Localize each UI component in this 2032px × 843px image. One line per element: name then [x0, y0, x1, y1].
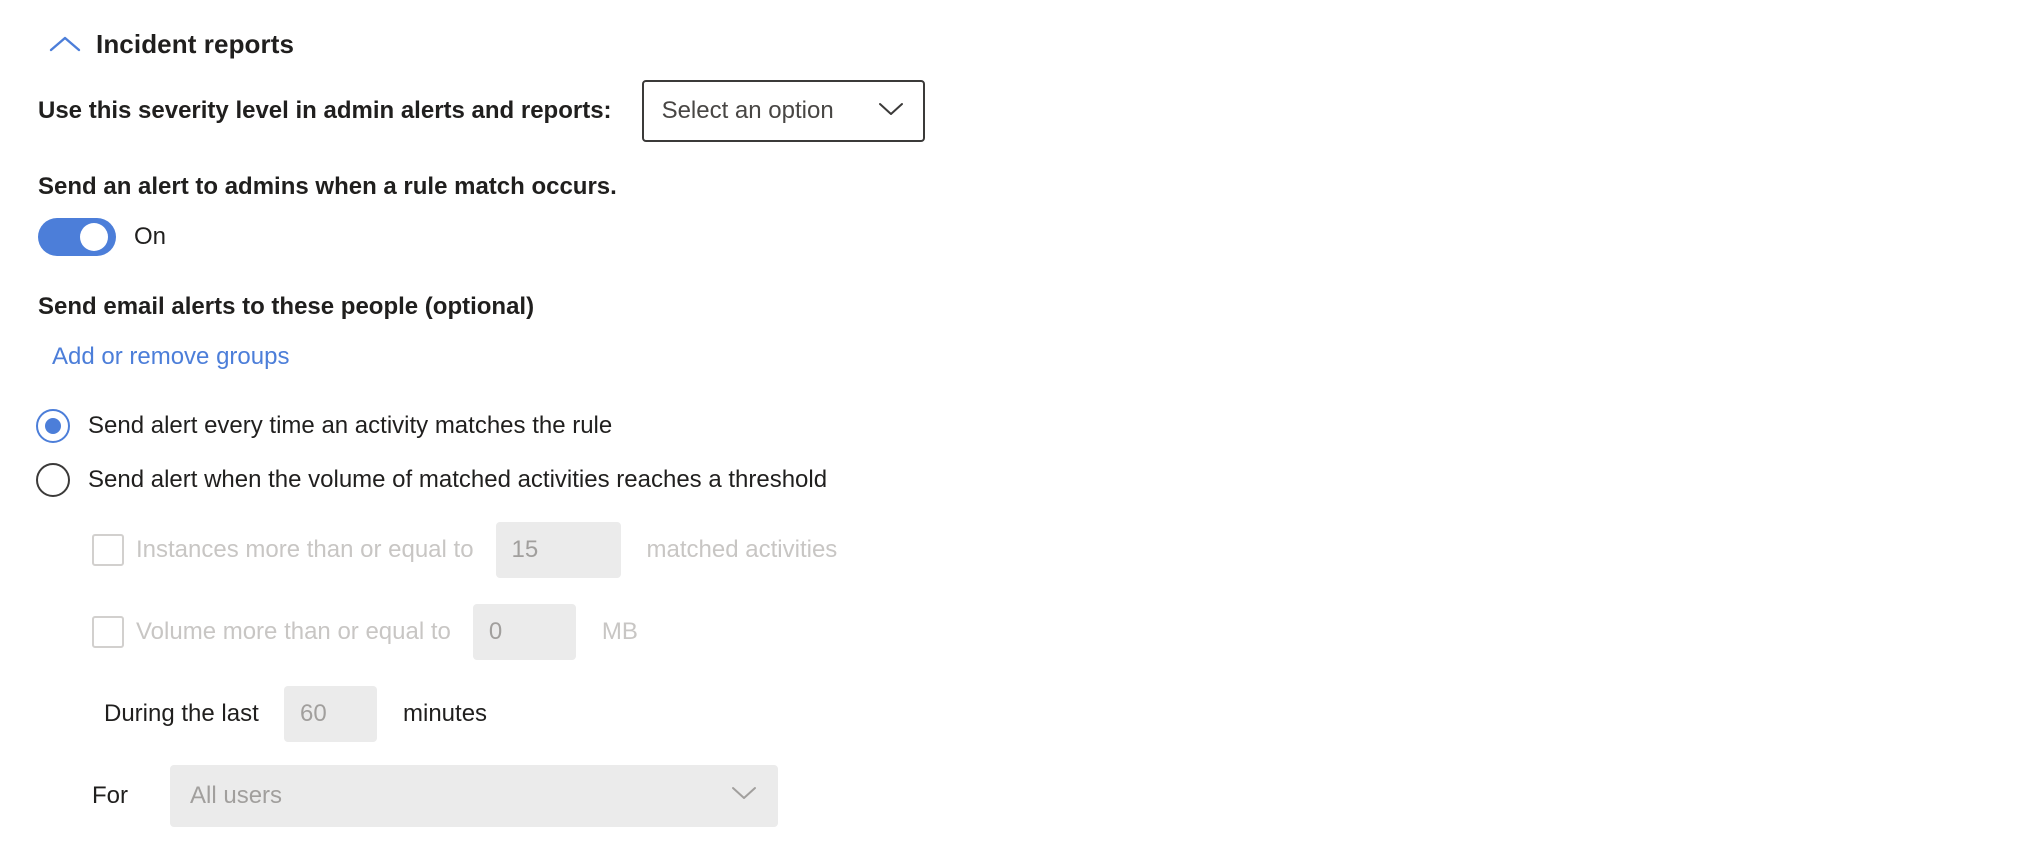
duration-value-input[interactable]: 60	[284, 685, 377, 742]
radio-label: Send alert every time an activity matche…	[88, 411, 613, 439]
add-or-remove-groups-link[interactable]: Add or remove groups	[52, 343, 289, 370]
instances-value-text: 15	[511, 535, 539, 563]
admin-alert-section: Send an alert to admins when a rule matc…	[0, 142, 2032, 257]
volume-unit-label: MB	[601, 617, 638, 645]
radio-button-selected-icon[interactable]	[36, 408, 70, 443]
volume-checkbox[interactable]	[92, 615, 124, 648]
instances-checkbox-label: Instances more than or equal to	[136, 535, 474, 563]
severity-level-label: Use this severity level in admin alerts …	[38, 96, 612, 124]
severity-level-dropdown[interactable]: Select an option	[641, 80, 925, 142]
scope-label: For	[92, 781, 128, 809]
incident-reports-panel: Incident reports Use this severity level…	[0, 0, 2032, 843]
add-remove-groups-row: Add or remove groups	[0, 321, 2032, 369]
email-alerts-label: Send email alerts to these people (optio…	[38, 293, 535, 321]
threshold-subform: Instances more than or equal to 15 match…	[0, 497, 2032, 827]
duration-row: During the last 60 minutes	[92, 683, 2032, 745]
chevron-up-icon[interactable]	[48, 33, 82, 55]
duration-unit-label: minutes	[403, 699, 488, 727]
severity-level-dropdown-value: Select an option	[661, 97, 834, 124]
radio-label: Send alert when the volume of matched ac…	[88, 465, 828, 493]
scope-dropdown[interactable]: All users	[170, 764, 778, 827]
duration-label: During the last	[104, 699, 259, 727]
volume-value-input[interactable]: 0	[472, 603, 576, 660]
chevron-down-icon	[877, 100, 905, 123]
instances-threshold-row: Instances more than or equal to 15 match…	[92, 519, 2032, 581]
radio-send-alert-threshold[interactable]: Send alert when the volume of matched ac…	[36, 462, 2032, 497]
instances-checkbox[interactable]	[92, 533, 124, 566]
radio-button-unselected-icon[interactable]	[36, 462, 70, 497]
section-header[interactable]: Incident reports	[0, 0, 2032, 62]
instances-unit-label: matched activities	[646, 535, 838, 563]
admin-alert-toggle[interactable]	[38, 218, 116, 257]
email-alerts-section: Send email alerts to these people (optio…	[0, 256, 2032, 320]
severity-level-row: Use this severity level in admin alerts …	[0, 62, 2032, 142]
alert-mode-radio-group: Send alert every time an activity matche…	[0, 369, 2032, 497]
toggle-knob	[80, 223, 108, 252]
scope-dropdown-value: All users	[190, 781, 283, 809]
radio-send-alert-every-time[interactable]: Send alert every time an activity matche…	[36, 408, 2032, 443]
admin-alert-toggle-row: On	[38, 218, 2032, 257]
instances-value-input[interactable]: 15	[495, 521, 621, 578]
volume-value-text: 0	[488, 617, 503, 645]
volume-checkbox-label: Volume more than or equal to	[136, 617, 451, 645]
chevron-down-icon	[730, 784, 758, 807]
duration-value-text: 60	[300, 699, 327, 727]
admin-alert-label: Send an alert to admins when a rule matc…	[38, 173, 617, 200]
volume-threshold-row: Volume more than or equal to 0 MB	[92, 601, 2032, 663]
scope-row: For All users	[92, 764, 2032, 827]
page-title: Incident reports	[96, 29, 295, 59]
admin-alert-toggle-state: On	[134, 223, 167, 251]
